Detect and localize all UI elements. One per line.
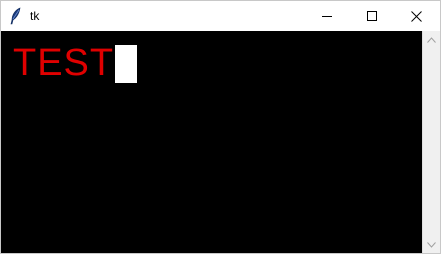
text-cursor bbox=[115, 45, 138, 83]
chevron-up-icon bbox=[427, 36, 436, 43]
title-bar[interactable]: tk bbox=[1, 1, 440, 31]
window-title: tk bbox=[30, 9, 40, 23]
editor-text: TEST bbox=[13, 42, 115, 84]
vertical-scrollbar[interactable] bbox=[422, 31, 440, 253]
maximize-button[interactable] bbox=[349, 1, 394, 31]
scroll-down-button[interactable] bbox=[423, 236, 440, 253]
maximize-icon bbox=[366, 11, 377, 21]
close-icon bbox=[411, 10, 422, 22]
minimize-icon bbox=[321, 16, 332, 17]
scroll-up-button[interactable] bbox=[423, 31, 440, 48]
minimize-button[interactable] bbox=[304, 1, 349, 31]
app-window: tk TEST bbox=[0, 0, 441, 254]
feather-icon bbox=[10, 7, 21, 25]
chevron-down-icon bbox=[427, 241, 436, 248]
close-button[interactable] bbox=[394, 1, 439, 31]
text-editor-area[interactable]: TEST bbox=[1, 31, 422, 253]
editor-line: TEST bbox=[13, 42, 138, 84]
